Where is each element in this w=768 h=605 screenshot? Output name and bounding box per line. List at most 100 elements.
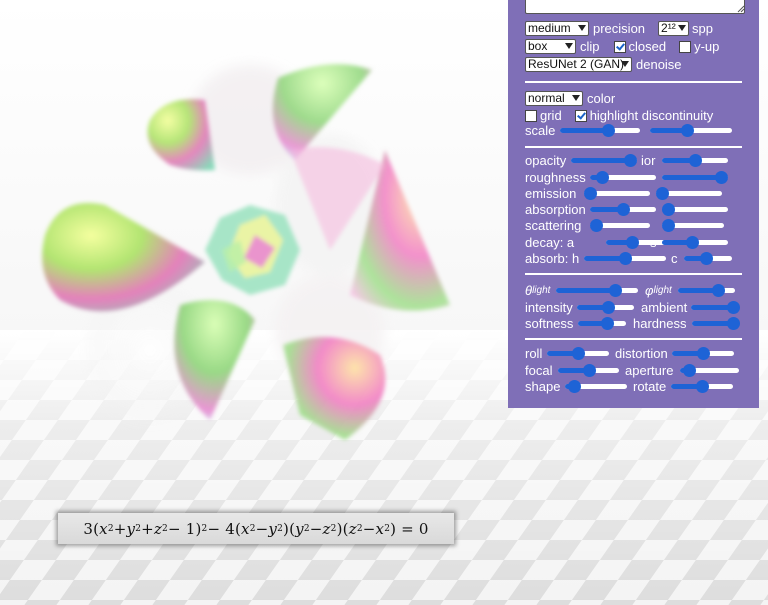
rotate-slider[interactable] [671,378,733,395]
slider-thumb[interactable] [682,364,696,377]
opacity-label: opacity [525,153,567,168]
yup-label: y-up [694,39,720,54]
formula-term: 3( [83,519,100,538]
emission-slider-2[interactable] [656,185,722,202]
phi-sub: light [653,285,672,296]
shape-slider[interactable] [565,378,627,395]
slider-fill [560,128,608,133]
slider-thumb[interactable] [711,284,725,297]
scale-label: scale [525,123,556,138]
scattering-label: scattering [525,218,582,233]
slider-thumb[interactable] [685,236,699,249]
formula-var: x [375,519,385,538]
scale-slider-2[interactable] [650,122,732,139]
slider-thumb[interactable] [656,187,669,200]
slider-thumb[interactable] [715,171,729,184]
formula-term: ) = 0 [390,519,429,538]
grid-checkbox[interactable] [525,109,537,122]
spp-value: 2¹² [661,21,676,35]
closed-checkbox[interactable] [613,40,626,53]
aperture-slider[interactable] [680,362,739,379]
slider-thumb[interactable] [617,203,630,216]
slider-thumb[interactable] [600,317,614,330]
slider-thumb[interactable] [568,380,582,393]
phi-row: φ light [645,282,672,299]
slider-thumb[interactable] [727,317,740,330]
clip-select[interactable]: box [525,39,576,54]
slider-thumb[interactable] [590,219,603,232]
opacity-slider[interactable] [571,152,638,169]
decay-label: decay: a [525,235,575,250]
slider-thumb[interactable] [662,219,675,232]
absorb-label: absorb: h [525,251,580,266]
denoise-label: denoise [636,57,682,72]
slider-thumb[interactable] [626,236,640,249]
phi-label: φ [645,283,654,298]
slider-thumb[interactable] [624,154,638,167]
clip-row: box clip closed y-up [525,38,719,55]
slider-fill [571,158,631,163]
slider-fill [556,288,616,293]
distortion-slider[interactable] [672,345,734,362]
roughness-slider-2[interactable] [662,169,729,186]
highlight-checkbox[interactable] [574,109,587,122]
ior-slider[interactable] [662,152,728,169]
slider-thumb[interactable] [680,124,694,137]
s-slider[interactable] [662,234,728,251]
phi-slider[interactable] [678,282,735,299]
theta-slider[interactable] [556,282,638,299]
scattering-slider[interactable] [590,217,650,234]
distortion-label: distortion [615,346,668,361]
roughness-slider[interactable] [590,169,656,186]
chevron-down-icon [572,95,580,101]
ior-label: ior [641,153,656,168]
focal-slider[interactable] [558,362,619,379]
intensity-label: intensity [525,300,573,315]
intensity-slider[interactable] [577,299,634,316]
resize-grip-icon[interactable] [737,5,745,13]
highlight-label: highlight discontinuity [589,108,714,123]
slider-thumb[interactable] [689,154,702,167]
yup-checkbox[interactable] [679,40,692,53]
emission-row: emission [525,185,576,202]
formula-var: z [153,519,163,538]
spp-select[interactable]: 2¹² [658,21,690,36]
color-select[interactable]: normal [525,91,583,106]
theta-sub: light [532,285,551,296]
absorption-slider-2[interactable] [662,201,728,218]
scattering-slider-2[interactable] [662,217,724,234]
absorption-slider[interactable] [590,201,656,218]
slider-thumb[interactable] [619,252,632,265]
color-label: color [587,91,616,106]
slider-thumb[interactable] [582,364,596,377]
softness-slider[interactable] [578,315,626,332]
precision-label: precision [593,21,646,36]
roughness-label: roughness [525,170,586,185]
slider-thumb[interactable] [602,301,616,314]
slider-thumb[interactable] [697,347,710,360]
emission-slider[interactable] [584,185,650,202]
emission-label: emission [525,186,577,201]
denoise-select[interactable]: ResUNet 2 (GAN) [525,57,632,72]
precision-select[interactable]: medium [525,21,589,36]
slider-thumb[interactable] [595,171,609,184]
slider-thumb[interactable] [699,252,713,265]
formula-input[interactable] [525,0,745,14]
slider-thumb[interactable] [696,380,709,393]
slider-thumb[interactable] [572,347,585,360]
c-slider[interactable] [684,250,732,267]
slider-thumb[interactable] [727,301,740,314]
roll-slider[interactable] [547,345,609,362]
hardness-slider[interactable] [692,315,740,332]
slider-thumb[interactable] [609,284,623,297]
opacity-row: opacity [525,152,566,169]
absorb-slider[interactable] [584,250,666,267]
ambient-slider[interactable] [691,299,740,316]
formula-term: − 1) [167,519,202,538]
slider-thumb[interactable] [584,187,597,200]
denoise-row: ResUNet 2 (GAN) denoise [525,56,682,73]
slider-thumb[interactable] [662,203,675,216]
slider-thumb[interactable] [602,124,615,137]
scale-slider[interactable] [560,122,640,139]
color-row: normal color [525,90,615,107]
